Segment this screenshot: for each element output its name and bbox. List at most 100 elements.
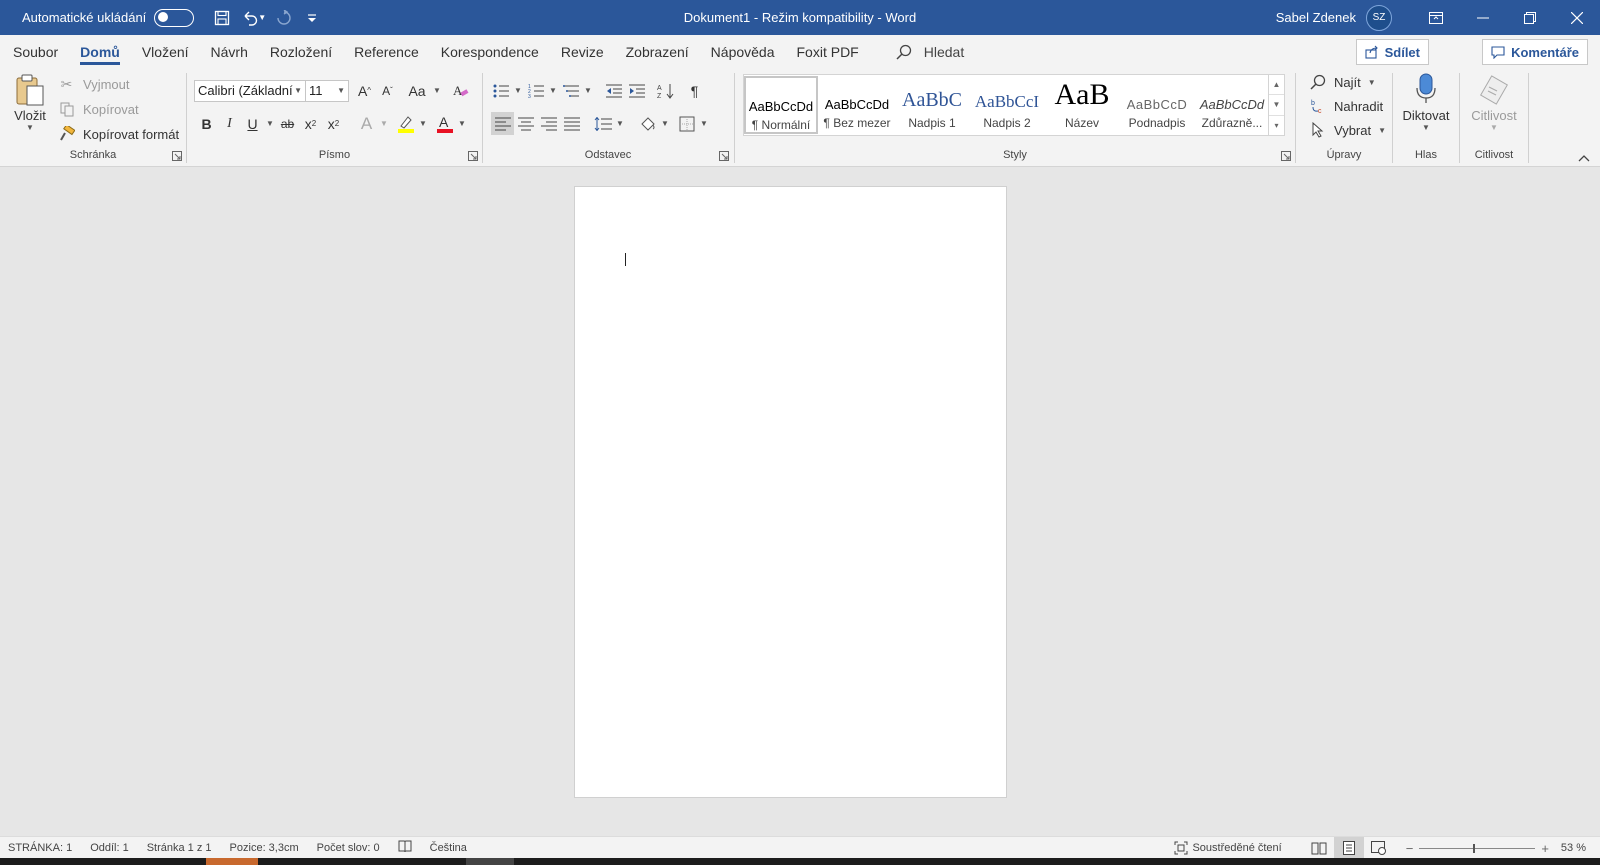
zoom-slider[interactable] — [1419, 843, 1536, 853]
taskbar-app[interactable] — [466, 858, 514, 865]
dictate-dropdown-icon[interactable]: ▼ — [1398, 123, 1454, 132]
highlight-icon[interactable] — [394, 112, 417, 135]
clear-formatting-icon[interactable]: A — [449, 79, 472, 102]
dialog-launcher-icon[interactable] — [1281, 151, 1291, 161]
select-button[interactable]: Vybrat ▼ — [1306, 119, 1388, 141]
subscript-icon[interactable]: x2 — [299, 112, 322, 135]
document-page[interactable] — [574, 186, 1007, 798]
font-name-combo[interactable]: Calibri (Základní ▼ — [194, 79, 306, 102]
user-name[interactable]: Sabel Zdenek — [1276, 10, 1356, 25]
copy-button[interactable]: Kopírovat — [55, 98, 139, 120]
superscript-icon[interactable]: x2 — [322, 112, 345, 135]
line-spacing-icon[interactable] — [591, 112, 614, 135]
style-heading-1[interactable]: AaBbC Nadpis 1 — [895, 76, 969, 134]
shrink-font-icon[interactable]: Aˇ — [376, 79, 399, 102]
tab-design[interactable]: Návrh — [200, 35, 259, 69]
tab-mailings[interactable]: Korespondence — [430, 35, 550, 69]
bold-icon[interactable]: B — [195, 112, 218, 135]
format-painter-button[interactable]: Kopírovat formát — [55, 123, 179, 145]
zoom-in-button[interactable]: + — [1541, 841, 1549, 856]
tab-references[interactable]: Reference — [343, 35, 430, 69]
save-icon[interactable] — [208, 4, 236, 32]
style-heading-2[interactable]: AaBbCcI Nadpis 2 — [970, 76, 1044, 134]
dialog-launcher-icon[interactable] — [719, 151, 729, 161]
tab-review[interactable]: Revize — [550, 35, 615, 69]
cut-button[interactable]: ✂ Vyjmout — [55, 73, 130, 95]
chevron-down-icon[interactable]: ▼ — [431, 79, 443, 102]
close-icon[interactable] — [1553, 0, 1600, 35]
italic-icon[interactable]: I — [218, 112, 241, 135]
find-button[interactable]: Najít ▼ — [1306, 71, 1378, 93]
undo-dropdown-icon[interactable]: ▼ — [258, 13, 266, 22]
collapse-ribbon-icon[interactable] — [1578, 150, 1592, 162]
scroll-up-icon[interactable]: ▲ — [1269, 75, 1284, 96]
search-box[interactable]: Hledat — [896, 44, 964, 60]
dictate-button[interactable]: Diktovat ▼ — [1398, 73, 1454, 132]
read-mode-icon[interactable] — [1304, 837, 1334, 859]
chevron-down-icon[interactable]: ▼ — [614, 112, 626, 135]
chevron-down-icon[interactable]: ▼ — [378, 112, 390, 135]
replace-button[interactable]: bc Nahradit — [1306, 95, 1384, 117]
status-section[interactable]: Oddíl: 1 — [90, 842, 129, 854]
ribbon-display-options-icon[interactable] — [1412, 0, 1459, 35]
dialog-launcher-icon[interactable] — [468, 151, 478, 161]
status-page-of[interactable]: Stránka 1 z 1 — [147, 842, 212, 854]
sensitivity-button[interactable]: Citlivost ▼ — [1466, 73, 1522, 132]
tab-help[interactable]: Nápověda — [700, 35, 786, 69]
show-formatting-marks-icon[interactable]: ¶ — [683, 79, 706, 102]
align-left-icon[interactable] — [491, 112, 514, 135]
increase-indent-icon[interactable] — [625, 79, 648, 102]
proofing-icon[interactable] — [398, 839, 412, 856]
tab-view[interactable]: Zobrazení — [615, 35, 700, 69]
style-no-spacing[interactable]: AaBbCcDd ¶ Bez mezer — [820, 76, 894, 134]
change-case-button[interactable]: Aa — [403, 79, 431, 102]
chevron-down-icon[interactable]: ▼ — [659, 112, 671, 135]
justify-icon[interactable] — [560, 112, 583, 135]
zoom-out-button[interactable]: − — [1406, 841, 1414, 856]
zoom-thumb[interactable] — [1473, 843, 1476, 853]
comments-button[interactable]: Komentáře — [1482, 39, 1588, 65]
tab-home[interactable]: Domů — [69, 35, 131, 69]
style-subtitle[interactable]: AaBbCcD Podnadpis — [1120, 76, 1194, 134]
status-position[interactable]: Pozice: 3,3cm — [230, 842, 299, 854]
sensitivity-dropdown-icon[interactable]: ▼ — [1466, 123, 1522, 132]
decrease-indent-icon[interactable] — [602, 79, 625, 102]
scroll-down-icon[interactable]: ▼ — [1269, 95, 1284, 116]
zoom-level[interactable]: 53 % — [1561, 842, 1586, 854]
status-word-count[interactable]: Počet slov: 0 — [317, 842, 380, 854]
chevron-down-icon[interactable]: ▼ — [698, 112, 710, 135]
tab-file[interactable]: Soubor — [0, 35, 69, 69]
chevron-down-icon[interactable]: ▼ — [547, 79, 559, 102]
numbering-icon[interactable]: 123 — [524, 79, 547, 102]
autosave-toggle[interactable] — [154, 8, 195, 27]
align-right-icon[interactable] — [537, 112, 560, 135]
more-styles-icon[interactable]: ▾ — [1269, 116, 1284, 135]
style-title[interactable]: AaB Název — [1045, 76, 1119, 134]
minimize-icon[interactable] — [1459, 0, 1506, 35]
text-effects-icon[interactable]: A — [355, 112, 378, 135]
underline-icon[interactable]: U — [241, 112, 264, 135]
focus-mode-button[interactable]: Soustředěné čtení — [1174, 841, 1282, 855]
chevron-down-icon[interactable]: ▼ — [264, 112, 276, 135]
paste-dropdown-icon[interactable]: ▼ — [10, 123, 50, 132]
strikethrough-icon[interactable]: ab — [276, 112, 299, 135]
chevron-down-icon[interactable]: ▼ — [417, 112, 429, 135]
status-page[interactable]: STRÁNKA: 1 — [8, 842, 72, 854]
avatar[interactable]: SZ — [1366, 4, 1392, 31]
tab-insert[interactable]: Vložení — [131, 35, 200, 69]
grow-font-icon[interactable]: A ^ — [353, 79, 376, 102]
web-layout-icon[interactable] — [1364, 837, 1394, 859]
multilevel-list-icon[interactable] — [559, 79, 582, 102]
chevron-down-icon[interactable]: ▼ — [456, 112, 468, 135]
shading-icon[interactable] — [636, 112, 659, 135]
print-layout-icon[interactable] — [1333, 837, 1364, 859]
font-size-combo[interactable]: 11 ▼ — [305, 79, 349, 102]
tab-layout[interactable]: Rozložení — [259, 35, 343, 69]
tab-foxit-pdf[interactable]: Foxit PDF — [786, 35, 870, 69]
align-center-icon[interactable] — [514, 112, 537, 135]
status-language[interactable]: Čeština — [430, 842, 467, 854]
taskbar-active-app[interactable] — [206, 858, 258, 865]
paste-button[interactable]: Vložit ▼ — [10, 73, 50, 132]
bullets-icon[interactable] — [489, 79, 512, 102]
style-emphasis[interactable]: AaBbCcDd Zdůrazně... — [1195, 76, 1269, 134]
